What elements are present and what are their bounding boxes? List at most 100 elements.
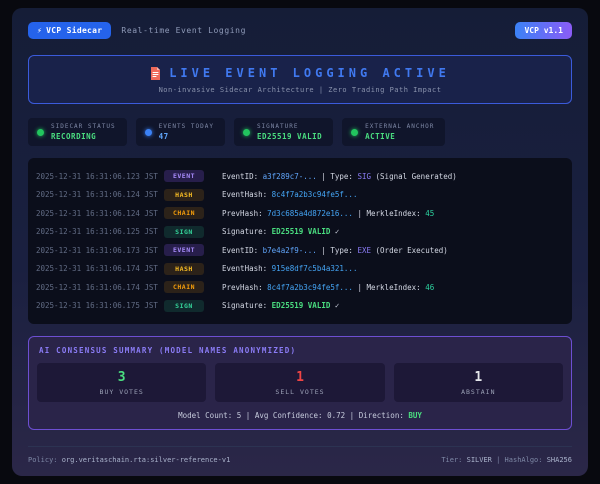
log-label: Signature: — [222, 301, 272, 310]
log-badge-event: EVENT — [164, 244, 204, 256]
log-badge-sign: SIGN — [164, 300, 204, 312]
log-message: EventHash: 8c4f7a2b3c94fe5f... — [222, 190, 357, 199]
chip-value: RECORDING — [51, 132, 116, 141]
policy-label: Policy: — [28, 456, 62, 464]
event-type-desc: (Signal Generated) — [371, 172, 457, 181]
page-title: Real-time Event Logging — [121, 26, 246, 35]
footer-policy: Policy: org.veritaschain.rta:silver-refe… — [28, 456, 230, 464]
chip-label: EXTERNAL ANCHOR — [365, 123, 434, 130]
status-dot-icon — [145, 129, 152, 136]
log-badge-hash: HASH — [164, 189, 204, 201]
prev-hash: 8c4f7a2b3c94fe5f... — [267, 283, 353, 292]
check-icon: ✓ — [330, 227, 339, 236]
buy-votes-label: BUY VOTES — [37, 388, 206, 396]
log-separator: | MerkleIndex: — [353, 283, 425, 292]
signature-status: ED25519 VALID — [272, 227, 331, 236]
consensus-summary-text: Model Count: 5 | Avg Confidence: 0.72 | … — [178, 411, 408, 420]
log-badge-hash: HASH — [164, 263, 204, 275]
log-row: 2025-12-31 16:31:06.175 JST SIGN Signatu… — [36, 297, 564, 316]
chip-label: EVENTS TODAY — [159, 123, 214, 130]
log-row: 2025-12-31 16:31:06.173 JST EVENT EventI… — [36, 241, 564, 260]
log-badge-chain: CHAIN — [164, 281, 204, 293]
status-chip-external-anchor: EXTERNAL ANCHOR ACTIVE — [342, 118, 445, 146]
status-chip-signature: SIGNATURE ED25519 VALID — [234, 118, 333, 146]
status-chip-events-today: EVENTS TODAY 47 — [136, 118, 225, 146]
event-id: b7e4a2f9-... — [263, 246, 317, 255]
app-badge-label: VCP Sidecar — [46, 26, 102, 35]
event-log-console: 2025-12-31 16:31:06.123 JST EVENT EventI… — [28, 158, 572, 324]
log-label: EventID: — [222, 172, 263, 181]
log-message: PrevHash: 8c4f7a2b3c94fe5f... | MerkleIn… — [222, 283, 434, 292]
log-label: EventHash: — [222, 264, 272, 273]
status-chip-sidecar-status: SIDECAR STATUS RECORDING — [28, 118, 127, 146]
banner-subtitle: Non-invasive Sidecar Architecture | Zero… — [37, 86, 563, 94]
footer: Policy: org.veritaschain.rta:silver-refe… — [28, 446, 572, 464]
sell-votes-value: 1 — [215, 370, 384, 385]
event-type-desc: (Order Executed) — [371, 246, 448, 255]
buy-votes-card: 3 BUY VOTES — [37, 363, 206, 402]
status-dot-icon — [351, 129, 358, 136]
log-separator: | Type: — [317, 172, 358, 181]
lightning-icon: ⚡ — [37, 26, 42, 35]
log-label: EventID: — [222, 246, 263, 255]
tier-label: Tier: — [441, 456, 466, 464]
log-label: Signature: — [222, 227, 272, 236]
log-row: 2025-12-31 16:31:06.123 JST EVENT EventI… — [36, 167, 564, 186]
log-label: PrevHash: — [222, 283, 267, 292]
tier-value: SILVER — [467, 456, 492, 464]
live-banner: LIVE EVENT LOGGING ACTIVE Non-invasive S… — [28, 55, 572, 104]
log-timestamp: 2025-12-31 16:31:06.174 JST — [36, 264, 164, 273]
log-row: 2025-12-31 16:31:06.124 JST HASH EventHa… — [36, 186, 564, 205]
status-dot-icon — [37, 129, 44, 136]
log-row: 2025-12-31 16:31:06.174 JST CHAIN PrevHa… — [36, 278, 564, 297]
event-id: a3f289c7-... — [263, 172, 317, 181]
log-label: EventHash: — [222, 190, 272, 199]
log-timestamp: 2025-12-31 16:31:06.124 JST — [36, 209, 164, 218]
status-dot-icon — [243, 129, 250, 136]
main-panel: ⚡ VCP Sidecar Real-time Event Logging VC… — [12, 8, 588, 476]
screen: ⚡ VCP Sidecar Real-time Event Logging VC… — [0, 0, 600, 484]
log-message: Signature: ED25519 VALID ✓ — [222, 301, 339, 310]
header: ⚡ VCP Sidecar Real-time Event Logging VC… — [28, 22, 572, 39]
footer-tier-hash: Tier: SILVER | HashAlgo: SHA256 — [441, 456, 572, 464]
event-hash: 915e8df7c5b4a321... — [272, 264, 358, 273]
chip-value: ED25519 VALID — [257, 132, 322, 141]
log-badge-event: EVENT — [164, 170, 204, 182]
log-timestamp: 2025-12-31 16:31:06.174 JST — [36, 283, 164, 292]
consensus-cards: 3 BUY VOTES 1 SELL VOTES 1 ABSTAIN — [37, 363, 563, 402]
event-type: EXE — [357, 246, 371, 255]
merkle-index: 46 — [425, 283, 434, 292]
document-icon — [150, 67, 161, 80]
consensus-panel: AI CONSENSUS SUMMARY (MODEL NAMES ANONYM… — [28, 336, 572, 430]
log-message: PrevHash: 7d3c685a4d872e16... | MerkleIn… — [222, 209, 434, 218]
log-row: 2025-12-31 16:31:06.125 JST SIGN Signatu… — [36, 223, 564, 242]
log-message: EventID: a3f289c7-... | Type: SIG (Signa… — [222, 172, 457, 181]
log-label: PrevHash: — [222, 209, 267, 218]
log-timestamp: 2025-12-31 16:31:06.125 JST — [36, 227, 164, 236]
check-icon: ✓ — [330, 301, 339, 310]
log-separator: | MerkleIndex: — [353, 209, 425, 218]
event-hash: 8c4f7a2b3c94fe5f... — [272, 190, 358, 199]
buy-votes-value: 3 — [37, 370, 206, 385]
prev-hash: 7d3c685a4d872e16... — [267, 209, 353, 218]
consensus-direction: BUY — [408, 411, 422, 420]
log-row: 2025-12-31 16:31:06.174 JST HASH EventHa… — [36, 260, 564, 279]
log-message: Signature: ED25519 VALID ✓ — [222, 227, 339, 236]
hashalgo-label: | HashAlgo: — [492, 456, 547, 464]
log-timestamp: 2025-12-31 16:31:06.173 JST — [36, 246, 164, 255]
log-timestamp: 2025-12-31 16:31:06.175 JST — [36, 301, 164, 310]
banner-title: LIVE EVENT LOGGING ACTIVE — [169, 66, 450, 80]
log-timestamp: 2025-12-31 16:31:06.124 JST — [36, 190, 164, 199]
consensus-title: AI CONSENSUS SUMMARY (MODEL NAMES ANONYM… — [39, 346, 563, 355]
chip-value: ACTIVE — [365, 132, 434, 141]
abstain-value: 1 — [394, 370, 563, 385]
abstain-card: 1 ABSTAIN — [394, 363, 563, 402]
merkle-index: 45 — [425, 209, 434, 218]
status-chip-row: SIDECAR STATUS RECORDING EVENTS TODAY 47… — [28, 118, 572, 146]
abstain-label: ABSTAIN — [394, 388, 563, 396]
chip-label: SIGNATURE — [257, 123, 322, 130]
event-type: SIG — [357, 172, 371, 181]
log-message: EventHash: 915e8df7c5b4a321... — [222, 264, 357, 273]
version-badge: VCP v1.1 — [515, 22, 572, 39]
signature-status: ED25519 VALID — [272, 301, 331, 310]
